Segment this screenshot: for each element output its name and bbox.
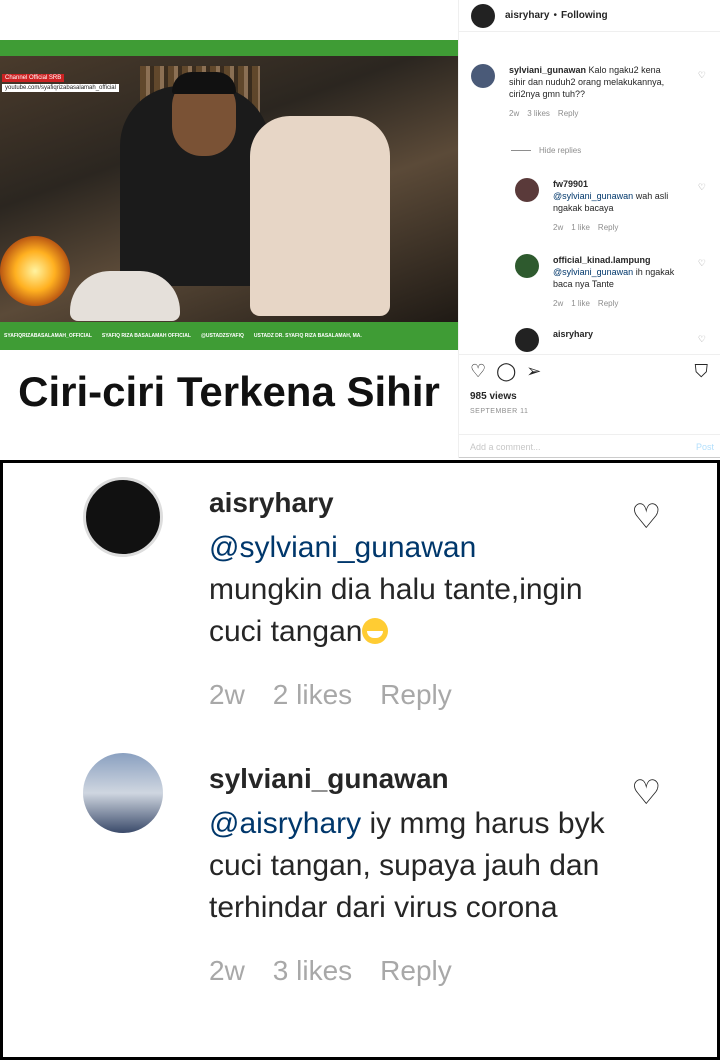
comment-mention[interactable]: @sylviani_gunawan	[553, 267, 633, 277]
heart-icon[interactable]: ♡	[698, 258, 706, 269]
fire	[0, 236, 70, 306]
social-handle: SYAFIQ RIZA BASALAMAH OFFICIAL	[101, 333, 191, 339]
post-media[interactable]: Channel Official SRB youtube.com/syafiqr…	[0, 0, 458, 458]
separator-dot: •	[553, 10, 557, 21]
divider	[511, 150, 531, 151]
comment-age: 2w	[553, 299, 564, 308]
comment-mention[interactable]: @sylviani_gunawan	[553, 191, 633, 201]
social-handle: SYAFIQRIZABASALAMAH_OFFICIAL	[4, 333, 92, 339]
comment-icon[interactable]: ◯	[496, 361, 516, 383]
reply-button[interactable]: Reply	[598, 298, 618, 310]
comment-text: mungkin dia halu tante,ingin cuci tangan	[209, 573, 583, 648]
reply-button[interactable]: Reply	[380, 955, 452, 987]
owner-username[interactable]: aisryhary	[505, 10, 549, 21]
post-header: aisryhary • Following	[459, 0, 720, 32]
comment-age: 2w	[209, 679, 245, 710]
zoomed-comments-panel: aisryhary @sylviani_gunawan mungkin dia …	[0, 460, 720, 1060]
avatar[interactable]	[471, 3, 495, 28]
speaker-cap	[172, 72, 236, 94]
hide-replies-label: Hide replies	[539, 146, 582, 155]
avatar[interactable]	[83, 753, 163, 833]
reply-button[interactable]: Reply	[558, 108, 578, 120]
comment-username[interactable]: aisryhary	[553, 328, 593, 352]
reply-button[interactable]: Reply	[598, 222, 618, 234]
hide-replies-button[interactable]: Hide replies	[511, 146, 581, 155]
comment-username[interactable]: sylviani_gunawan	[209, 763, 629, 795]
post-headline: Ciri-ciri Terkena Sihir	[18, 368, 440, 415]
blurred-person	[250, 116, 390, 316]
video-thumbnail: Channel Official SRB youtube.com/syafiqr…	[0, 56, 458, 322]
social-handle: @USTADZSYAFIQ	[200, 333, 244, 339]
avatar[interactable]	[471, 64, 495, 88]
heart-icon[interactable]: ♡	[631, 497, 661, 537]
comment-username[interactable]: official_kinad.lampung	[553, 255, 651, 265]
bookmark-icon[interactable]: ⛉	[695, 361, 709, 382]
avatar[interactable]	[515, 328, 539, 352]
media-top-bar	[0, 40, 458, 56]
heart-icon[interactable]: ♡	[698, 334, 706, 345]
comment-item: official_kinad.lampung @sylviani_gunawan…	[515, 254, 683, 310]
heart-icon[interactable]: ♡	[698, 70, 706, 81]
social-handle: USTADZ DR. SYAFIQ RIZA BASALAMAH, MA.	[253, 333, 362, 339]
comment-age: 2w	[209, 955, 245, 986]
social-bar: SYAFIQRIZABASALAMAH_OFFICIAL SYAFIQ RIZA…	[0, 322, 458, 350]
comment-likes[interactable]: 2 likes	[273, 679, 352, 711]
comment-likes[interactable]: 3 likes	[273, 955, 352, 987]
comment-mention[interactable]: @aisryhary	[209, 807, 361, 840]
heart-icon[interactable]: ♡	[698, 182, 706, 193]
grinning-face-emoji	[362, 618, 389, 644]
comment-likes[interactable]: 1 like	[571, 298, 590, 310]
avatar[interactable]	[515, 178, 539, 202]
comment-item: sylviani_gunawan Kalo ngaku2 kena sihir …	[471, 64, 679, 120]
white-bag	[70, 271, 180, 321]
comment-username[interactable]: sylviani_gunawan	[509, 65, 586, 75]
comment-likes[interactable]: 3 likes	[527, 108, 550, 120]
avatar[interactable]	[515, 254, 539, 278]
comment-likes[interactable]: 1 like	[571, 222, 590, 234]
like-heart-icon[interactable]: ♡	[470, 361, 486, 383]
avatar[interactable]	[83, 477, 163, 557]
instagram-post-panel: Channel Official SRB youtube.com/syafiqr…	[0, 0, 720, 458]
comment-age: 2w	[509, 109, 520, 118]
comment-age: 2w	[553, 223, 564, 232]
comment-item: fw79901 @sylviani_gunawan wah asli ngaka…	[515, 178, 683, 234]
comment-item: aisryhary	[515, 328, 593, 352]
channel-url: youtube.com/syafiqrizabasalamah_official	[2, 84, 119, 92]
comment-username[interactable]: fw79901	[553, 179, 588, 189]
comment-username[interactable]: aisryhary	[209, 487, 629, 519]
channel-badge: Channel Official SRB	[2, 74, 65, 82]
share-icon[interactable]: ➢	[526, 361, 541, 383]
add-comment-input[interactable]: Add a comment...	[470, 442, 541, 452]
follow-status[interactable]: Following	[561, 10, 608, 21]
reply-button[interactable]: Reply	[380, 679, 452, 711]
view-count[interactable]: 985 views	[470, 391, 708, 402]
add-comment-bar: Add a comment... Post	[458, 434, 720, 458]
post-actions: ♡ ◯ ➢ ⛉ 985 views SEPTEMBER 11	[458, 354, 720, 421]
post-button[interactable]: Post	[696, 442, 714, 452]
post-date: SEPTEMBER 11	[470, 408, 529, 415]
heart-icon[interactable]: ♡	[631, 773, 661, 813]
comment-mention[interactable]: @sylviani_gunawan	[209, 531, 476, 564]
